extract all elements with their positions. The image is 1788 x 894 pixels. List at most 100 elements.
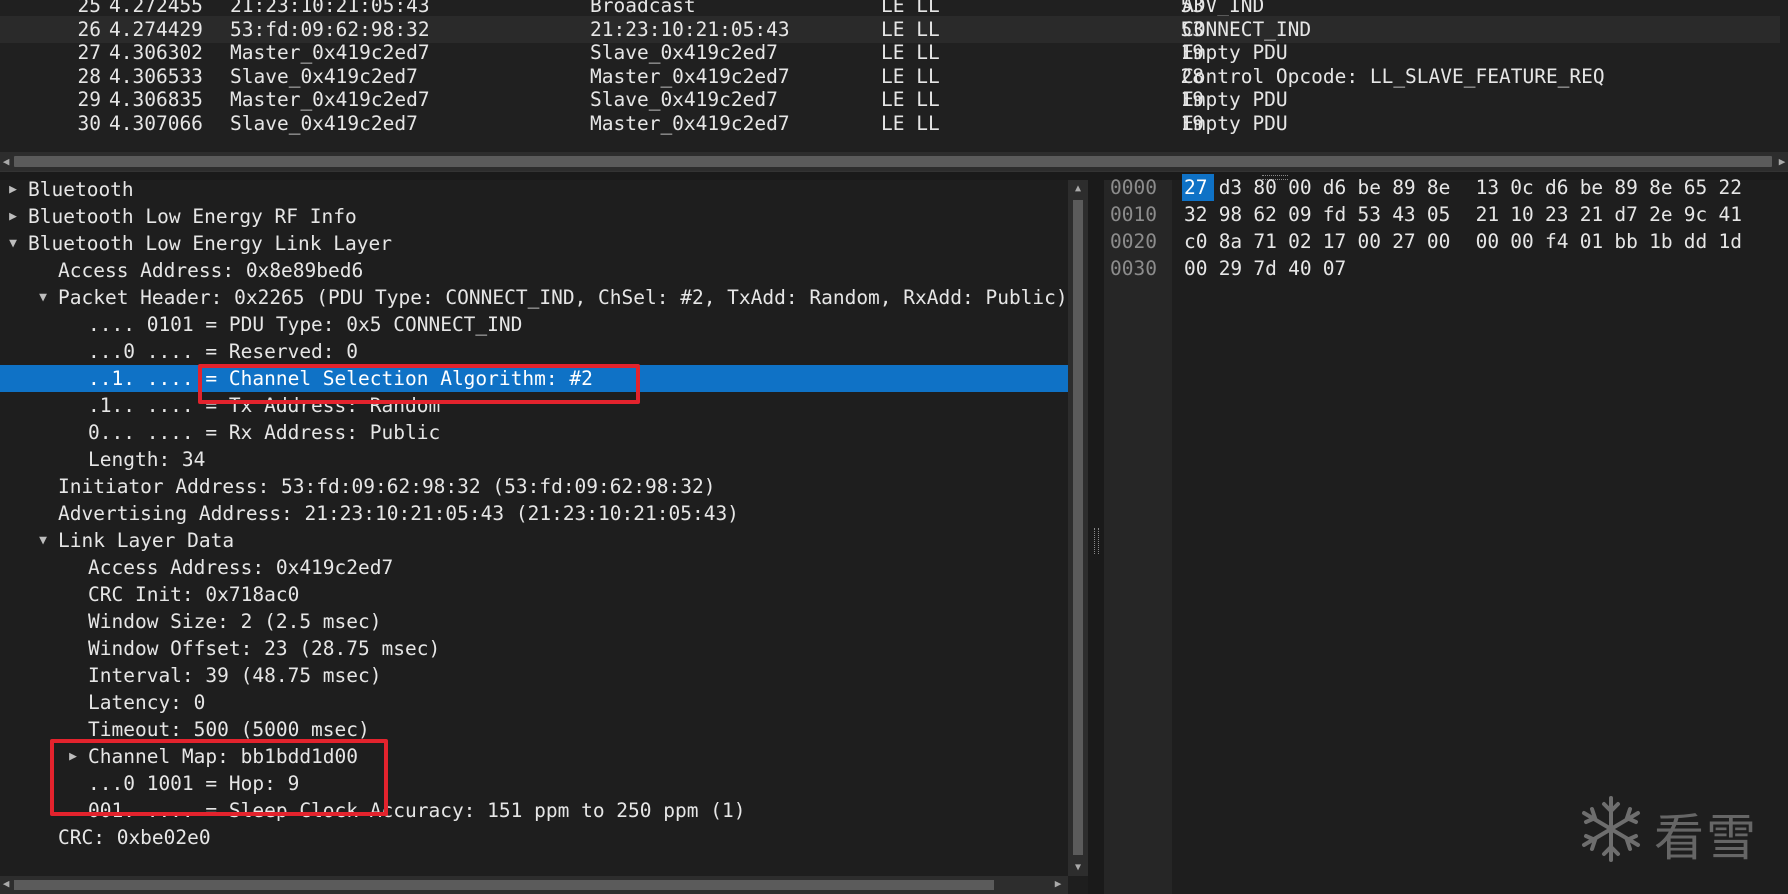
hex-byte[interactable]: d3 xyxy=(1219,174,1247,201)
scrollbar-thumb[interactable] xyxy=(1073,200,1083,855)
hex-byte[interactable]: 00 xyxy=(1184,255,1212,282)
tree-node-label: Access Address: 0x8e89bed6 xyxy=(58,259,364,282)
hex-byte[interactable]: 2e xyxy=(1649,201,1677,228)
tree-node[interactable]: Window Offset: 23 (28.75 msec) xyxy=(0,635,1068,662)
annotation-box-channel-selection xyxy=(198,364,640,404)
tree-node[interactable]: Access Address: 0x419c2ed7 xyxy=(0,554,1068,581)
hex-byte[interactable]: 09 xyxy=(1288,201,1316,228)
hex-byte[interactable]: 00 xyxy=(1427,228,1455,255)
hex-byte[interactable]: 27 xyxy=(1392,228,1420,255)
hex-byte[interactable]: be xyxy=(1358,174,1386,201)
tree-node[interactable]: ▼ Link Layer Data xyxy=(0,527,1068,554)
hex-byte[interactable]: 9c xyxy=(1684,201,1712,228)
tree-node-label: Packet Header: 0x2265 (PDU Type: CONNECT… xyxy=(58,286,1068,309)
hex-byte[interactable]: 23 xyxy=(1545,201,1573,228)
hex-byte[interactable]: 8e xyxy=(1649,174,1677,201)
hex-byte[interactable]: 13 xyxy=(1476,174,1504,201)
hex-byte[interactable]: f4 xyxy=(1545,228,1573,255)
hex-byte[interactable]: c0 xyxy=(1184,228,1212,255)
hex-byte[interactable]: 02 xyxy=(1288,228,1316,255)
details-vertical-scrollbar[interactable]: ▲ ▼ xyxy=(1068,180,1088,876)
tree-node[interactable]: Access Address: 0x8e89bed6 xyxy=(0,257,1068,284)
hex-byte[interactable]: 17 xyxy=(1323,228,1351,255)
tree-node[interactable]: ▼ Packet Header: 0x2265 (PDU Type: CONNEC… xyxy=(0,284,1068,311)
hex-byte[interactable]: d6 xyxy=(1545,174,1573,201)
scroll-right-arrow-icon[interactable]: ▶ xyxy=(1776,153,1788,170)
packet-list[interactable]: 25 4.272455 21:23:10:21:05:43 Broadcast LE L… xyxy=(0,0,1788,152)
collapse-arrow-icon[interactable]: ▶ xyxy=(6,180,20,203)
watermark-text: 看雪 xyxy=(1654,809,1758,867)
hex-byte[interactable]: 71 xyxy=(1253,228,1281,255)
hex-byte[interactable]: 7d xyxy=(1253,255,1281,282)
hex-byte[interactable]: 00 xyxy=(1510,228,1538,255)
hex-byte[interactable]: 40 xyxy=(1288,255,1316,282)
hex-byte[interactable]: 65 xyxy=(1684,174,1712,201)
hex-byte[interactable]: 89 xyxy=(1392,174,1420,201)
hex-byte[interactable]: 00 xyxy=(1476,228,1504,255)
hex-byte[interactable]: 53 xyxy=(1358,201,1386,228)
hex-byte[interactable]: 98 xyxy=(1219,201,1247,228)
scroll-left-arrow-icon[interactable]: ◀ xyxy=(0,877,12,890)
pane-splitter-vertical[interactable] xyxy=(1088,180,1104,894)
tree-node[interactable]: Window Size: 2 (2.5 msec) xyxy=(0,608,1068,635)
expand-arrow-icon[interactable]: ▼ xyxy=(36,527,50,554)
collapse-arrow-icon[interactable]: ▶ xyxy=(6,203,20,230)
hex-byte[interactable]: 1b xyxy=(1649,228,1677,255)
scroll-down-arrow-icon[interactable]: ▼ xyxy=(1072,862,1084,873)
hex-byte[interactable]: 00 xyxy=(1288,174,1316,201)
hex-byte[interactable]: 80 xyxy=(1253,174,1281,201)
hex-byte-highlighted[interactable]: 27 xyxy=(1182,174,1214,201)
hex-byte[interactable]: dd xyxy=(1684,228,1712,255)
hex-byte[interactable]: 89 xyxy=(1614,174,1642,201)
scroll-right-arrow-icon[interactable]: ▶ xyxy=(1052,877,1064,890)
details-horizontal-scrollbar[interactable]: ◀ ▶ xyxy=(0,876,1068,894)
hex-byte[interactable]: 8a xyxy=(1219,228,1247,255)
packet-bytes-pane[interactable]: 0000 0010 0020 0030 27 d3 80 00 d6 be 89 8e 13 0c d6 b… xyxy=(1104,174,1788,894)
tree-node[interactable]: CRC Init: 0x718ac0 xyxy=(0,581,1068,608)
hex-byte[interactable]: 07 xyxy=(1323,255,1351,282)
scrollbar-thumb[interactable] xyxy=(14,156,1772,167)
hex-byte[interactable]: bb xyxy=(1614,228,1642,255)
hex-byte[interactable]: 8e xyxy=(1427,174,1455,201)
hex-byte[interactable]: 21 xyxy=(1580,201,1608,228)
tree-node-label: Access Address: 0x419c2ed7 xyxy=(88,556,394,579)
tree-node[interactable]: ▶ Bluetooth Low Energy RF Info xyxy=(0,203,1068,230)
tree-node[interactable]: Length: 34 xyxy=(0,446,1068,473)
hex-byte[interactable]: 29 xyxy=(1219,255,1247,282)
hex-byte[interactable]: 62 xyxy=(1253,201,1281,228)
tree-node[interactable]: Interval: 39 (48.75 msec) xyxy=(0,662,1068,689)
hex-byte[interactable]: be xyxy=(1580,174,1608,201)
hex-byte[interactable]: 43 xyxy=(1392,201,1420,228)
hex-byte[interactable]: 32 xyxy=(1184,201,1212,228)
packet-list-horizontal-scrollbar[interactable]: ◀ ▶ xyxy=(0,152,1788,171)
tree-node[interactable]: Advertising Address: 21:23:10:21:05:43 (… xyxy=(0,500,1068,527)
tree-node[interactable]: ▶ Bluetooth xyxy=(0,180,1068,203)
scroll-left-arrow-icon[interactable]: ◀ xyxy=(0,153,12,170)
hex-byte[interactable]: 00 xyxy=(1358,228,1386,255)
tree-node[interactable]: ▼ Bluetooth Low Energy Link Layer xyxy=(0,230,1068,257)
expand-arrow-icon[interactable]: ▼ xyxy=(36,284,50,311)
tree-node[interactable]: ...0 .... = Reserved: 0 xyxy=(0,338,1068,365)
packet-info: Empty PDU xyxy=(1182,112,1288,135)
tree-node[interactable]: 0... .... = Rx Address: Public xyxy=(0,419,1068,446)
hex-byte[interactable]: 10 xyxy=(1510,201,1538,228)
hex-byte[interactable]: 22 xyxy=(1719,174,1747,201)
hex-byte[interactable]: 05 xyxy=(1427,201,1455,228)
hex-byte[interactable]: d7 xyxy=(1614,201,1642,228)
tree-node[interactable]: CRC: 0xbe02e0 xyxy=(0,824,1068,851)
packet-row[interactable]: 30 4.307066 Slave_0x419c2ed7 Master_0x419c2… xyxy=(0,110,1780,137)
tree-node[interactable]: .... 0101 = PDU Type: 0x5 CONNECT_IND xyxy=(0,311,1068,338)
tree-node-label: Link Layer Data xyxy=(58,529,235,552)
hex-byte[interactable]: d6 xyxy=(1323,174,1351,201)
hex-byte[interactable]: 01 xyxy=(1580,228,1608,255)
hex-byte[interactable]: fd xyxy=(1323,201,1351,228)
tree-node[interactable]: Latency: 0 xyxy=(0,689,1068,716)
hex-byte[interactable]: 21 xyxy=(1476,201,1504,228)
scroll-up-arrow-icon[interactable]: ▲ xyxy=(1072,183,1084,194)
tree-node[interactable]: Initiator Address: 53:fd:09:62:98:32 (53… xyxy=(0,473,1068,500)
scrollbar-thumb[interactable] xyxy=(14,880,994,890)
hex-byte[interactable]: 1d xyxy=(1719,228,1747,255)
hex-byte[interactable]: 41 xyxy=(1719,201,1747,228)
hex-byte[interactable]: 0c xyxy=(1510,174,1538,201)
expand-arrow-icon[interactable]: ▼ xyxy=(6,230,20,257)
